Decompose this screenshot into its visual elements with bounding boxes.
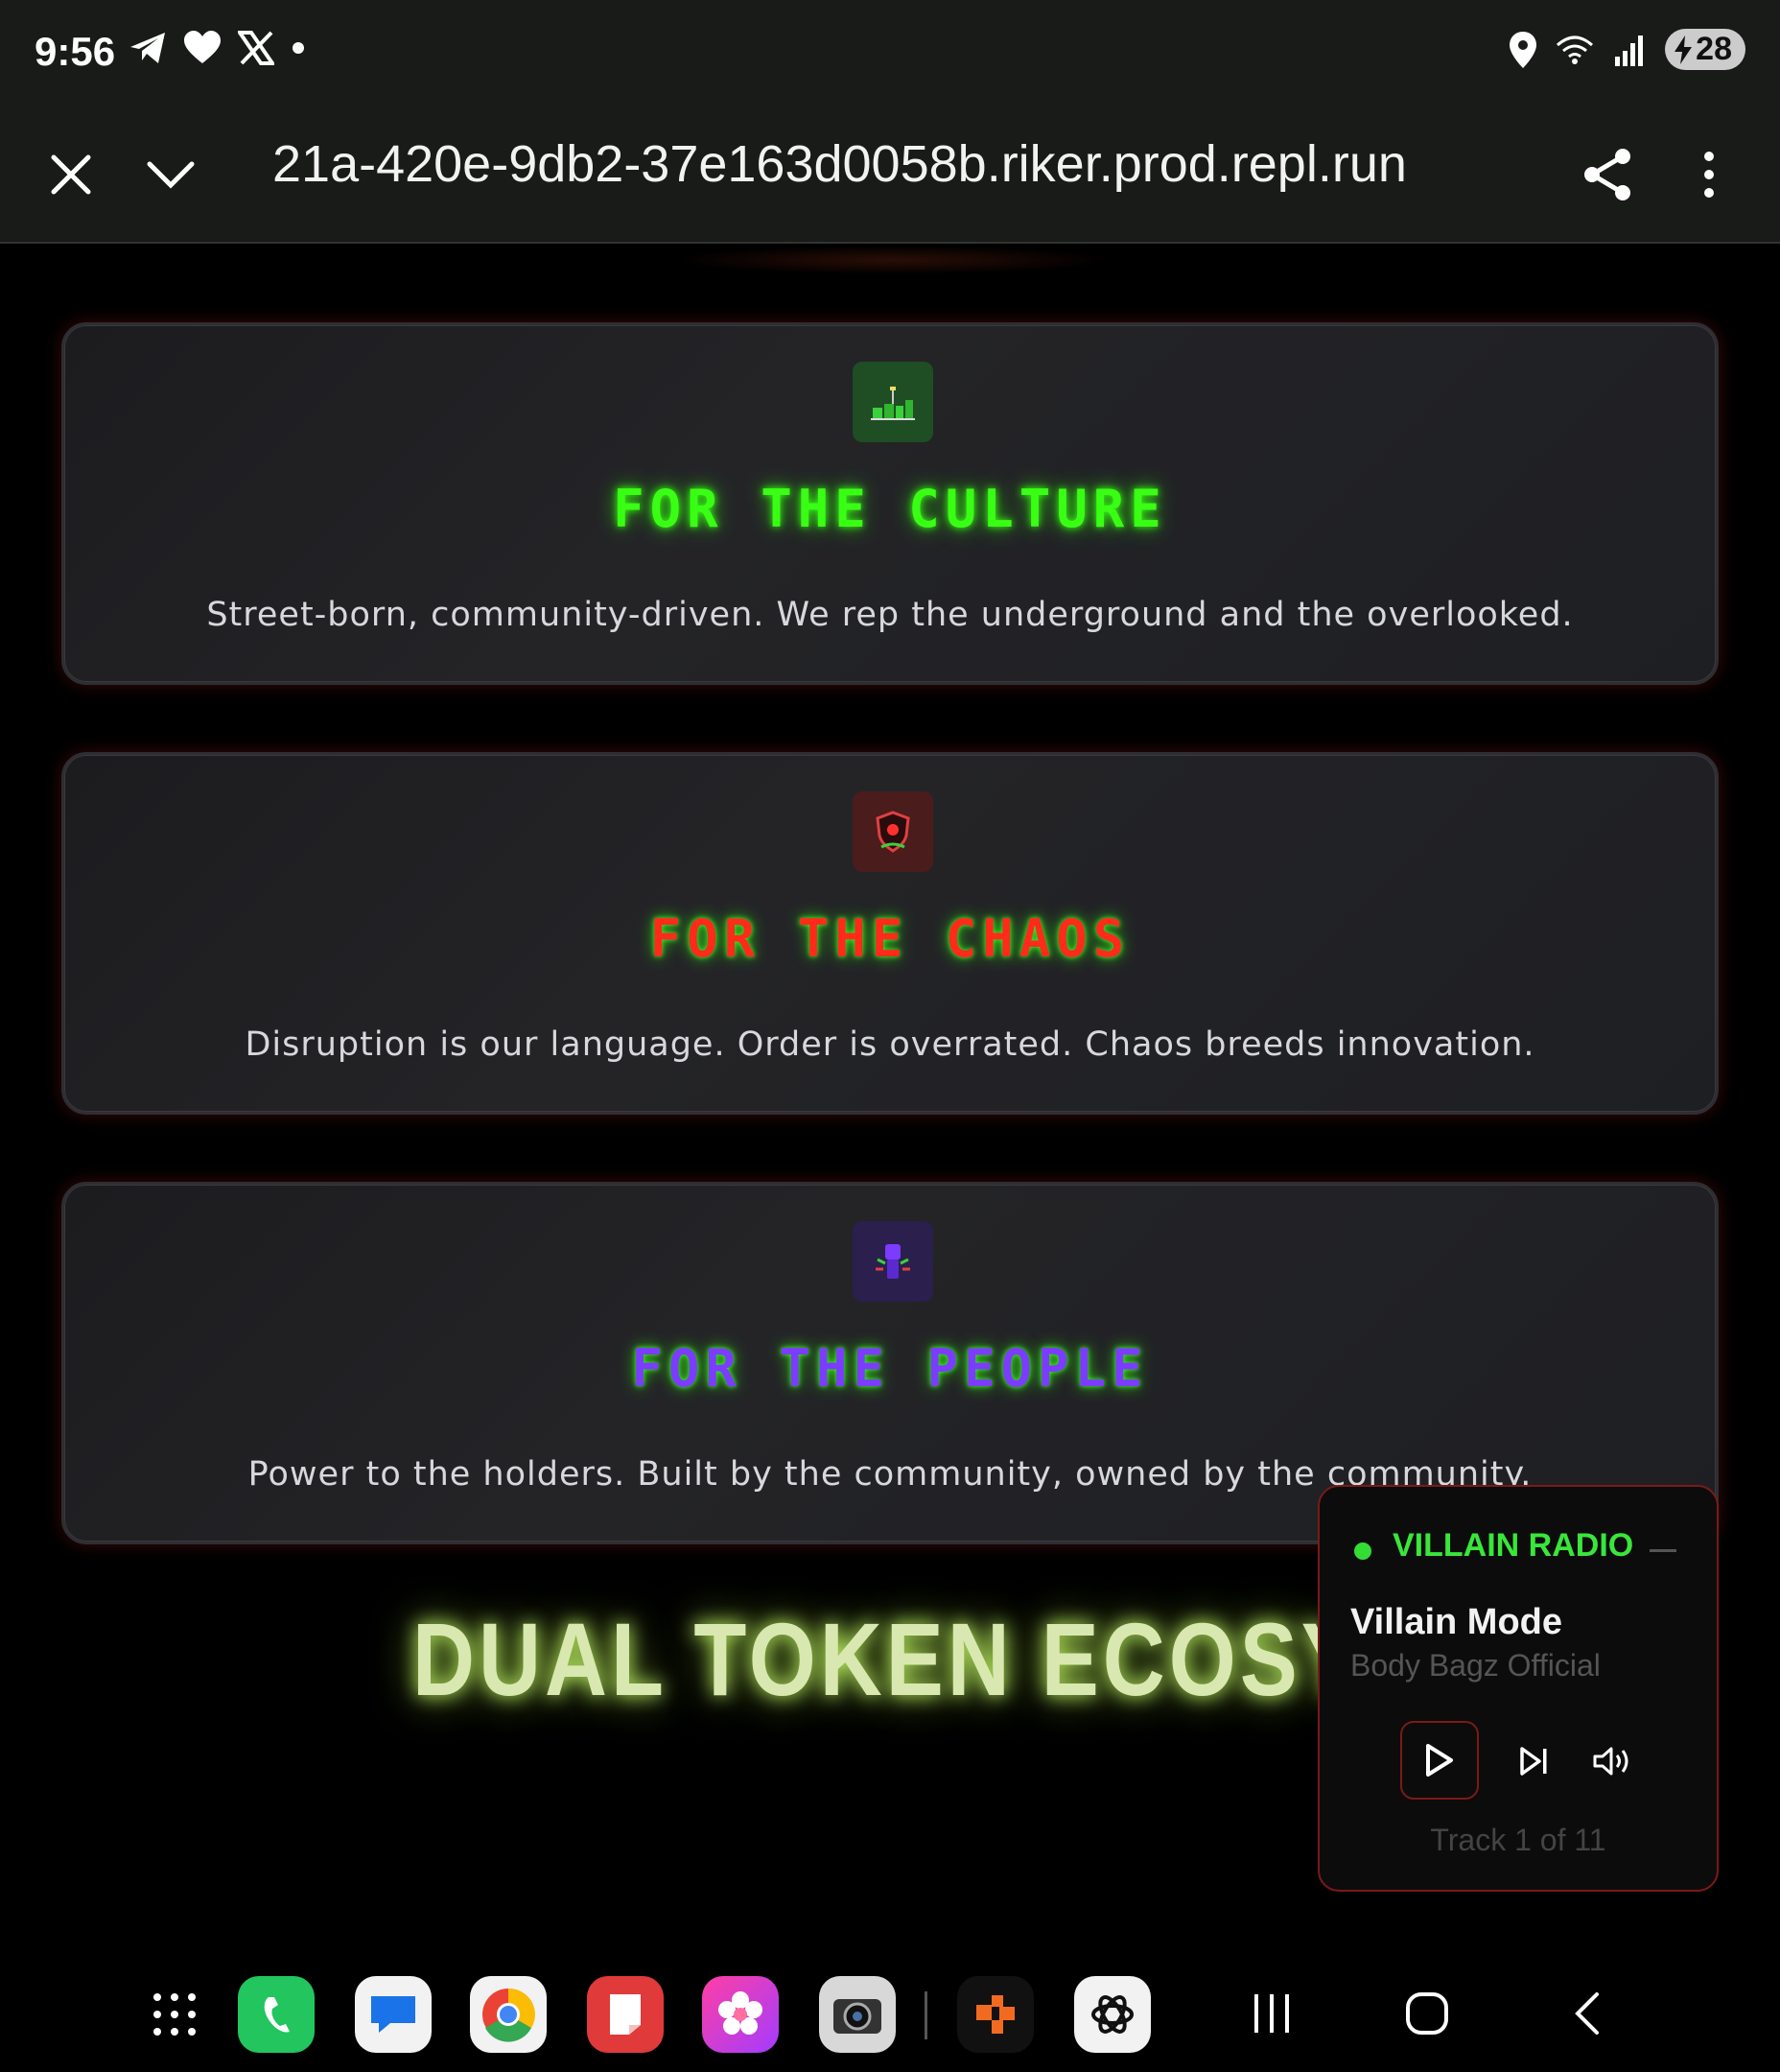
volume-icon [1593,1747,1628,1776]
card-culture-description: Street-born, community-driven. We rep th… [206,596,1574,634]
chrome-app[interactable] [470,1976,547,2053]
play-button[interactable] [1400,1721,1479,1800]
share-button[interactable] [1569,136,1646,213]
menu-button[interactable] [1671,136,1747,213]
phone-app[interactable] [238,1976,315,2053]
card-culture-icon-box [853,362,933,442]
card-culture-title: FOR THE CULTURE [613,479,1167,539]
radio-title: VILLAIN RADIO [1393,1527,1634,1564]
signal-icon [1615,35,1644,66]
wifi-icon [1557,35,1594,64]
home-button[interactable] [1389,1980,1465,2047]
close-icon [51,154,91,195]
url-field[interactable]: 21a-420e-9db2-37e163d0058b.riker.prod.re… [272,134,1423,194]
play-icon [1426,1744,1453,1777]
card-culture: FOR THE CULTURE Street-born, community-d… [61,322,1719,685]
artist-name: Body Bagz Official [1350,1648,1601,1683]
camera-icon [833,1999,881,2034]
telegram-icon [130,33,165,63]
status-bar: 9:56 28 [0,0,1780,107]
card-people-title: FOR THE PEOPLE [631,1338,1149,1399]
camera-app[interactable] [819,1976,896,2053]
x-icon [238,31,274,65]
battery-level: 28 [1696,31,1732,67]
track-counter: Track 1 of 11 [1430,1823,1606,1857]
next-track-button[interactable] [1508,1734,1561,1788]
office-icon [976,1995,1015,2034]
chevron-down-icon [147,161,195,189]
recents-button[interactable] [1233,1980,1310,2047]
close-button[interactable] [33,136,109,213]
collapse-button[interactable] [132,136,209,213]
phone-icon [264,1997,290,2033]
chrome-icon [482,1988,535,2042]
back-icon [1575,1992,1599,2035]
volume-button[interactable] [1586,1734,1640,1788]
android-dock [0,1953,1780,2072]
minimize-button[interactable] [1646,1525,1680,1560]
office-app[interactable] [957,1976,1034,2053]
status-time: 9:56 [35,29,116,74]
share-icon [1584,149,1630,200]
skyline-icon [871,387,915,420]
system-icons: 28 [1510,29,1745,70]
notes-icon [610,1994,641,2035]
heart-icon [184,31,221,63]
battery-indicator: 28 [1665,29,1745,70]
charging-icon [1675,35,1693,64]
gallery-icon [718,1991,762,2035]
skip-next-icon [1520,1747,1547,1776]
song-title: Villain Mode [1350,1602,1563,1642]
home-icon [1406,1992,1448,2035]
app-drawer-icon [153,1993,196,2036]
notes-app[interactable] [587,1976,664,2053]
live-indicator [1354,1542,1371,1560]
dot-icon [293,42,304,54]
messages-app[interactable] [355,1976,432,2053]
card-people-icon-box [853,1221,933,1302]
top-glow [671,246,1112,274]
card-chaos-icon-box [853,791,933,872]
chatgpt-icon [1091,1995,1134,2034]
card-chaos-title: FOR THE CHAOS [649,908,1131,969]
raised-fist-icon [876,1244,910,1279]
back-button[interactable] [1548,1980,1625,2047]
chatgpt-app[interactable] [1074,1976,1151,2053]
villain-radio-player: VILLAIN RADIO Villain Mode Body Bagz Off… [1318,1485,1719,1892]
card-chaos: FOR THE CHAOS Disruption is our language… [61,752,1719,1115]
section-headline: DUAL TOKEN ECOSYSTEM [412,1602,1618,1718]
card-chaos-description: Disruption is our language. Order is ove… [245,1025,1535,1064]
dock-divider [925,1991,927,2039]
minimize-icon [1650,1549,1676,1552]
shield-icon [876,811,910,853]
app-drawer-button[interactable] [136,1976,213,2053]
recents-icon [1254,1994,1289,2033]
messages-icon [371,1996,415,2033]
more-vertical-icon [1704,152,1714,198]
gallery-app[interactable] [702,1976,779,2053]
notification-icons [129,31,305,65]
browser-toolbar: 21a-420e-9db2-37e163d0058b.riker.prod.re… [0,107,1780,244]
location-icon [1510,31,1537,68]
